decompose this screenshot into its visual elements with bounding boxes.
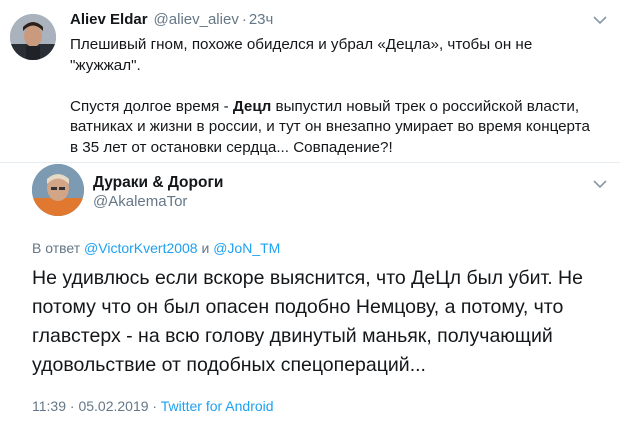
user-handle[interactable]: @aliev_aliev bbox=[154, 11, 239, 28]
chevron-down-icon[interactable] bbox=[592, 14, 608, 26]
user-handle[interactable]: @AkalemaTor bbox=[93, 193, 187, 210]
chevron-down-icon[interactable] bbox=[592, 178, 608, 190]
tweet-text: Плешивый гном, похоже обиделся и убрал «… bbox=[70, 35, 600, 158]
tweet-paragraph-1: Плешивый гном, похоже обиделся и убрал «… bbox=[70, 36, 533, 74]
bold-name: Децл bbox=[232, 97, 272, 115]
tweet-source-link[interactable]: Twitter for Android bbox=[161, 398, 274, 414]
tweet-text: Не удивлюсь если вскоре выяснится, что Д… bbox=[32, 267, 583, 376]
tweet-paragraph-2: Спустя долгое время - Децл выпустил новы… bbox=[70, 97, 600, 159]
text-segment: Спустя долгое время - bbox=[70, 97, 233, 115]
tweet-aliev: Aliev Eldar @aliev_aliev · 23ч Плешивый гно… bbox=[0, 0, 620, 162]
divider bbox=[0, 162, 620, 163]
separator-dot: · bbox=[241, 11, 247, 28]
separator-dot: · bbox=[152, 398, 158, 414]
avatar-durak[interactable] bbox=[32, 164, 84, 216]
reply-joiner: и bbox=[201, 240, 210, 256]
reply-user-link[interactable]: @JoN_TM bbox=[213, 240, 280, 256]
display-name[interactable]: Дураки & Дороги bbox=[93, 174, 223, 192]
display-name[interactable]: Aliev Eldar bbox=[70, 11, 148, 28]
reply-to-line: В ответ @VictorKvert2008 и @JoN_TM bbox=[32, 240, 280, 256]
reply-prefix: В ответ bbox=[32, 240, 81, 256]
tweet-meta: 11:39 · 05.02.2019 · Twitter for Android bbox=[32, 398, 274, 414]
tweet-time[interactable]: 11:39 bbox=[32, 398, 66, 414]
tweet-time[interactable]: 23ч bbox=[249, 11, 274, 28]
reply-user-link[interactable]: @VictorKvert2008 bbox=[84, 240, 198, 256]
tweet1-header: Aliev Eldar @aliev_aliev · 23ч bbox=[70, 11, 273, 28]
avatar-aliev[interactable] bbox=[10, 14, 56, 60]
tweet-date[interactable]: 05.02.2019 bbox=[78, 398, 148, 414]
separator-dot: · bbox=[69, 398, 75, 414]
